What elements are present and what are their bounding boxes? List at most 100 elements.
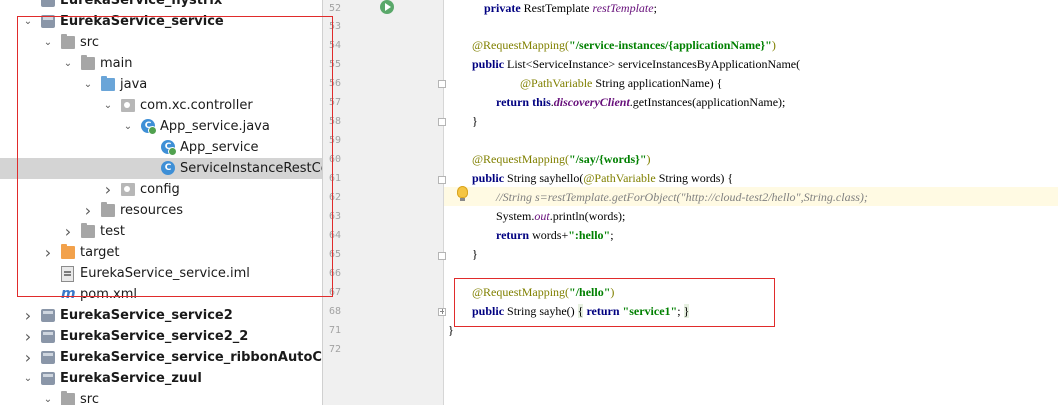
tree-item[interactable]: › target: [0, 242, 322, 263]
tree-item[interactable]: › EurekaService_service2_2: [0, 326, 322, 347]
folder-icon: [61, 391, 75, 405]
module-icon: [41, 330, 55, 343]
code-line-63[interactable]: System.out.println(words);: [496, 207, 625, 226]
module-icon: [41, 15, 55, 28]
tree-item[interactable]: › EurekaService_service2: [0, 305, 322, 326]
code-line-60[interactable]: @RequestMapping("/say/{words}"): [472, 150, 651, 169]
folder-icon: [101, 202, 115, 217]
code-line-57[interactable]: return this.discoveryClient.getInstances…: [496, 93, 785, 112]
tree-item[interactable]: › resources: [0, 200, 322, 221]
class-icon: C: [161, 161, 175, 175]
tree-item-label: EurekaService_hystrix: [60, 0, 223, 8]
chevron-right-icon[interactable]: ›: [21, 305, 35, 326]
code-line-62[interactable]: //String s=restTemplate.getForObject("ht…: [496, 188, 868, 207]
chevron-right-icon[interactable]: ›: [21, 347, 35, 368]
tree-item[interactable]: › test: [0, 221, 322, 242]
chevron-down-icon[interactable]: ⌄: [81, 74, 95, 95]
tree-item-label: EurekaService_service2: [60, 308, 233, 323]
line-number: 63: [328, 211, 341, 222]
chevron-down-icon[interactable]: ⌄: [61, 53, 75, 74]
chevron-down-icon[interactable]: ⌄: [101, 95, 115, 116]
folder-icon: [81, 55, 95, 70]
package-icon: [121, 99, 135, 112]
chevron-right-icon[interactable]: ›: [101, 179, 115, 200]
code-line-61[interactable]: public String sayhello(@PathVariable Str…: [472, 169, 733, 188]
code-line-67[interactable]: @RequestMapping("/hello"): [472, 283, 614, 302]
fold-marker-icon[interactable]: [438, 80, 446, 88]
code-line-64[interactable]: return words+":hello";: [496, 226, 614, 245]
module-icon: [41, 372, 55, 385]
chevron-down-icon[interactable]: ⌄: [21, 11, 35, 32]
tree-item-label: ServiceInstanceRestCon: [180, 161, 323, 176]
line-number: 56: [328, 78, 341, 89]
line-number: 54: [328, 40, 341, 51]
tree-item-label: main: [100, 56, 133, 71]
chevron-down-icon[interactable]: ⌄: [21, 368, 35, 389]
line-number: 64: [328, 230, 341, 241]
tree-item[interactable]: ⌄ EurekaService_service: [0, 11, 322, 32]
line-number: 65: [328, 249, 341, 260]
line-number: 68: [328, 306, 341, 317]
line-number: 52: [328, 3, 341, 14]
code-line-56[interactable]: @PathVariable String applicationName) {: [520, 74, 722, 93]
tree-item[interactable]: ⌄ C App_service.java: [0, 116, 322, 137]
tree-item[interactable]: › config: [0, 179, 322, 200]
code-line-58[interactable]: }: [472, 112, 478, 131]
tree-item-label: EurekaService_service2_2: [60, 329, 249, 344]
excluded-folder-icon: [61, 244, 75, 259]
tree-item-label: App_service: [180, 140, 259, 155]
line-number: 53: [328, 21, 341, 32]
tree-item[interactable]: ⌄ java: [0, 74, 322, 95]
code-line-68[interactable]: public String sayhe() { return "service1…: [472, 302, 690, 321]
run-gutter-icon[interactable]: [380, 0, 394, 14]
tree-item[interactable]: ⌄ src: [0, 389, 322, 405]
tree-item[interactable]: ⌄ main: [0, 53, 322, 74]
code-line-71[interactable]: }: [448, 321, 454, 340]
tree-item[interactable]: m pom.xml: [0, 284, 322, 305]
chevron-down-icon[interactable]: ⌄: [121, 116, 135, 137]
line-number: 60: [328, 154, 341, 165]
lightbulb-icon[interactable]: [457, 186, 468, 201]
code-line-52[interactable]: private RestTemplate restTemplate;: [472, 0, 657, 18]
fold-expand-icon[interactable]: [438, 308, 446, 316]
tree-item[interactable]: C ServiceInstanceRestCon: [0, 158, 322, 179]
chevron-down-icon[interactable]: ⌄: [41, 389, 55, 405]
chevron-right-icon[interactable]: ›: [21, 326, 35, 347]
tree-item[interactable]: EurekaService_service.iml: [0, 263, 322, 284]
tree-item-label: EurekaService_zuul: [60, 371, 202, 386]
chevron-down-icon[interactable]: ⌄: [41, 32, 55, 53]
tree-item-label: test: [100, 224, 125, 239]
code-line-55[interactable]: public List<ServiceInstance> serviceInst…: [472, 55, 800, 74]
line-number: 62: [328, 192, 341, 203]
line-number: 71: [328, 325, 341, 336]
tree-item[interactable]: ⌄ com.xc.controller: [0, 95, 322, 116]
tree-item-label: src: [80, 392, 99, 405]
maven-icon: m: [61, 286, 76, 302]
tree-item-label: src: [80, 35, 99, 50]
fold-marker-icon[interactable]: [438, 252, 446, 260]
tree-item[interactable]: ⌄ src: [0, 32, 322, 53]
tree-item[interactable]: ⌄ EurekaService_zuul: [0, 368, 322, 389]
project-tree-panel: EurekaService_hystrix ⌄ EurekaService_serv…: [0, 0, 323, 405]
fold-marker-icon[interactable]: [438, 118, 446, 126]
editor-gutter: [323, 0, 446, 405]
chevron-right-icon[interactable]: ›: [41, 242, 55, 263]
code-line-54[interactable]: @RequestMapping("/service-instances/{app…: [472, 36, 776, 55]
tree-item[interactable]: › EurekaService_service_ribbonAutoConfig: [0, 347, 322, 368]
chevron-right-icon[interactable]: ›: [81, 200, 95, 221]
tree-item[interactable]: C App_service: [0, 137, 322, 158]
module-icon: [41, 0, 55, 7]
tree-item-label: EurekaService_service.iml: [80, 266, 250, 281]
line-number: 59: [328, 135, 341, 146]
tree-item-label: config: [140, 182, 180, 197]
tree-item[interactable]: EurekaService_hystrix: [0, 0, 322, 11]
module-icon: [41, 351, 55, 364]
chevron-right-icon[interactable]: ›: [61, 221, 75, 242]
fold-marker-icon[interactable]: [438, 176, 446, 184]
runnable-class-icon: C: [161, 140, 177, 156]
package-icon: [121, 183, 135, 196]
line-number: 66: [328, 268, 341, 279]
tree-item-label: EurekaService_service_ribbonAutoConfig: [60, 350, 322, 365]
code-line-65[interactable]: }: [472, 245, 478, 264]
line-number: 57: [328, 97, 341, 108]
